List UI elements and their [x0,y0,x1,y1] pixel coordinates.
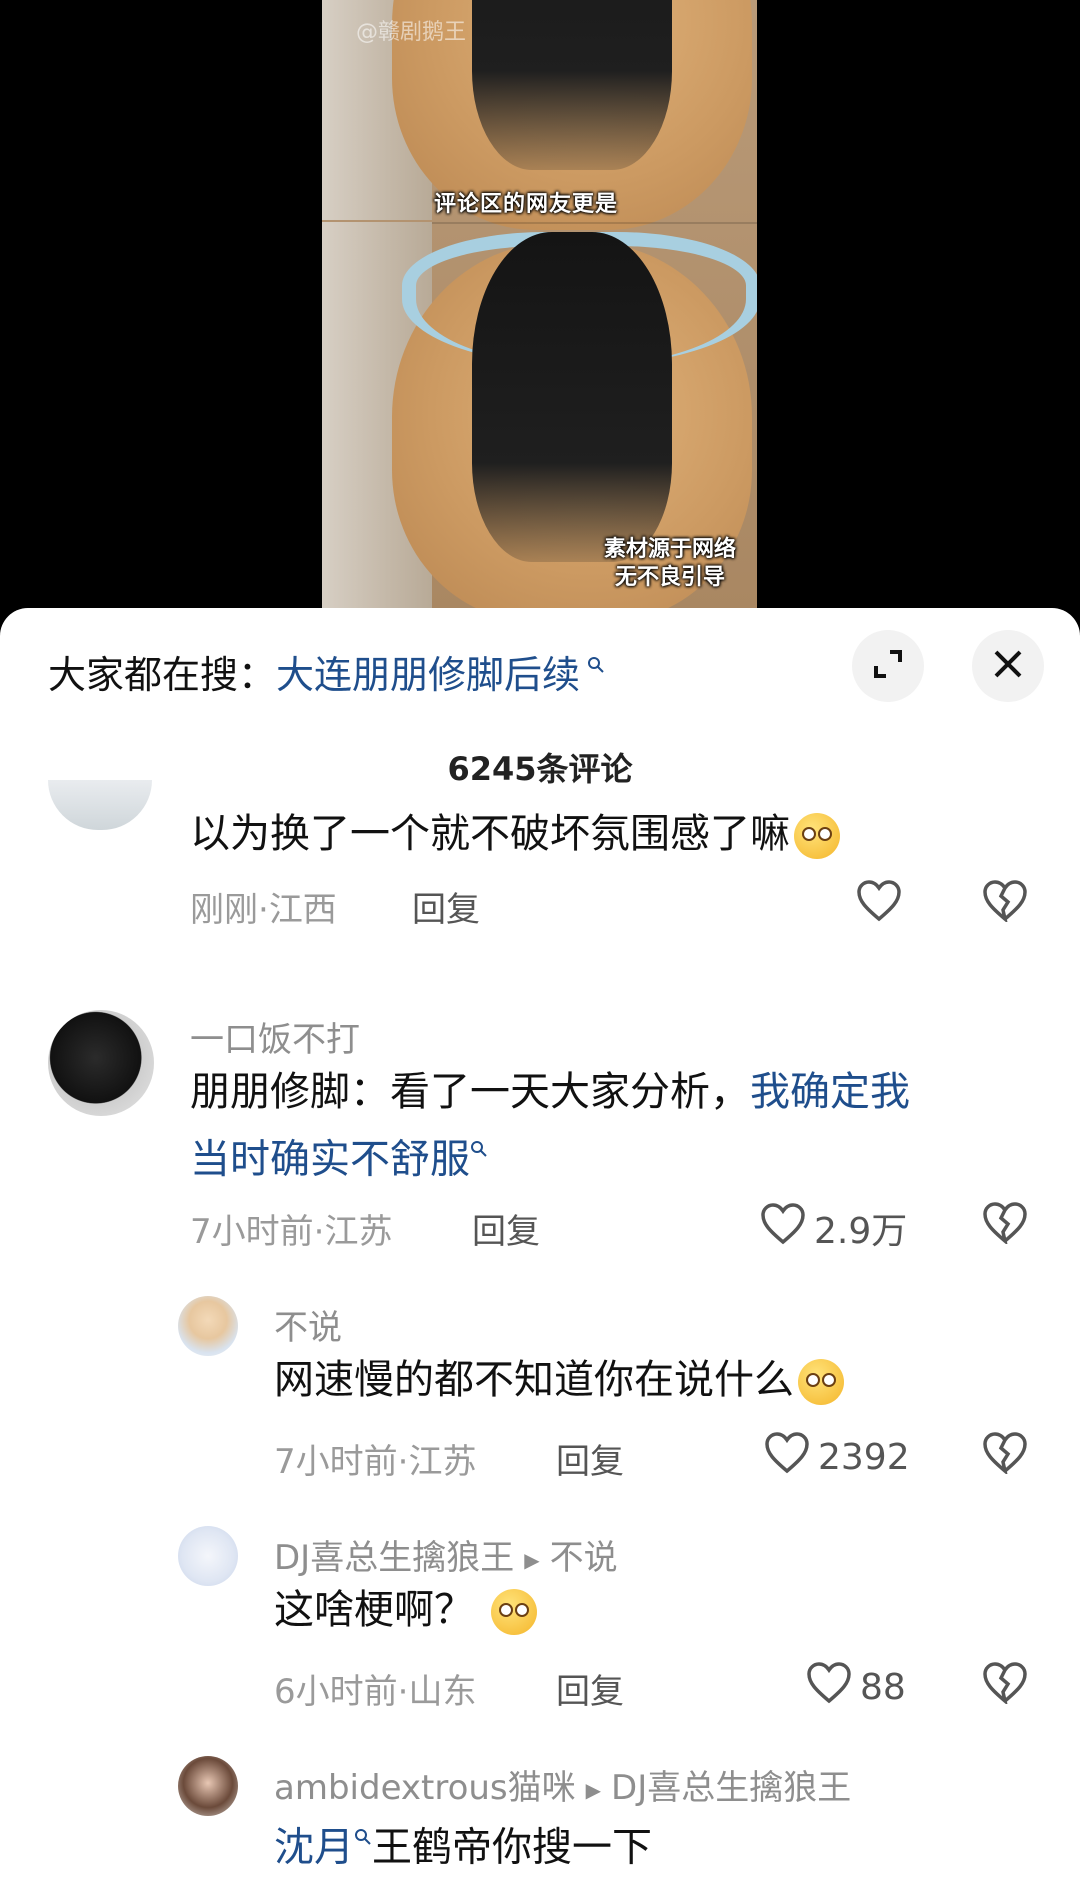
avatar[interactable] [178,1756,238,1816]
like-count: 2392 [818,1437,910,1478]
video-watermark: @赣剧鹅王 [356,20,467,45]
video-player[interactable]: @赣剧鹅王 评论区的网友更是 素材源于网络 无不良引导 [0,0,1080,612]
reply-button[interactable]: 回复 [412,882,480,931]
dislike-button[interactable] [982,1432,1028,1478]
search-suggestion[interactable]: 大家都在搜：大连朋朋修脚后续 [48,644,605,699]
like-button[interactable]: 88 [806,1662,906,1713]
like-count: 2.9万 [814,1211,908,1252]
avatar[interactable] [178,1526,238,1586]
broken-heart-icon [982,1202,1028,1248]
disclaimer-line-2: 无不良引导 [614,565,725,590]
heart-icon [764,1432,810,1483]
search-icon [580,655,605,680]
close-icon [990,646,1026,686]
comment-meta: 刚刚·江西 [190,890,337,930]
disclaimer-line-1: 素材源于网络 [603,537,736,562]
comment-username[interactable]: 一口饭不打 [190,1012,360,1061]
like-button[interactable] [856,880,902,931]
heart-icon [806,1662,852,1713]
comment-count: 6245条评论 [447,750,633,788]
expand-button[interactable] [852,630,924,702]
avatar[interactable] [48,1010,154,1116]
comment-text: 以为换了一个就不破坏氛围感了嘛 [190,804,840,864]
comment-meta: 7小时前·江苏 [190,1212,393,1252]
expand-icon [870,646,906,686]
comment-text: 网速慢的都不知道你在说什么 [274,1350,844,1410]
like-count: 88 [860,1667,906,1708]
avatar[interactable] [48,780,152,830]
dislike-button[interactable] [982,880,1028,926]
close-button[interactable] [972,630,1044,702]
comment-sheet: 大家都在搜：大连朋朋修脚后续 6245条评论 以为换了一个就不破坏氛围感了嘛 刚… [0,608,1080,1887]
reply-button[interactable]: 回复 [472,1204,540,1253]
comment-text: 朋朋修脚：看了一天大家分析，我确定我 当时确实不舒服 [190,1069,910,1183]
comment-text: 这啥梗啊？ [274,1580,537,1640]
search-icon [470,1139,488,1164]
video-caption: 评论区的网友更是 [434,192,619,217]
dislike-button[interactable] [982,1662,1028,1708]
search-link[interactable]: 当时确实不舒服 [190,1136,470,1182]
broken-heart-icon [982,1662,1028,1708]
comment-username[interactable]: DJ喜总生擒狼王 ▶ 不说 [274,1530,618,1579]
like-button[interactable]: 2392 [764,1432,910,1483]
dizzy-face-emoji-icon [794,813,840,859]
comment-meta: 6小时前·山东 [274,1672,477,1712]
comment-text: 沈月 王鹤帝你搜一下 [274,1824,652,1871]
heart-icon [856,880,902,931]
video-frame: @赣剧鹅王 评论区的网友更是 素材源于网络 无不良引导 [322,0,757,612]
like-button[interactable]: 2.9万 [760,1202,907,1254]
pleading-face-emoji-icon [490,1589,537,1635]
broken-heart-icon [982,880,1028,926]
reply-button[interactable]: 回复 [556,1434,624,1483]
reply-target[interactable]: DJ喜总生擒狼王 [611,1768,851,1808]
broken-heart-icon [982,1432,1028,1478]
dislike-button[interactable] [982,1202,1028,1248]
reply-target[interactable]: 不说 [550,1538,618,1578]
search-link[interactable]: 我确定我 [750,1069,910,1115]
comment-meta: 7小时前·江苏 [274,1442,477,1482]
reply-button[interactable]: 回复 [556,1664,624,1713]
search-query-link[interactable]: 大连朋朋修脚后续 [276,653,580,697]
starstruck-face-emoji-icon [798,1359,844,1405]
search-icon [354,1827,372,1852]
avatar[interactable] [178,1296,238,1356]
reply-arrow-icon: ▶ [524,1547,540,1572]
comment-username[interactable]: 不说 [274,1300,342,1349]
search-prefix: 大家都在搜： [48,653,277,697]
comment-username[interactable]: ambidextrous猫咪 ▶ DJ喜总生擒狼王 [274,1760,851,1809]
heart-icon [760,1202,806,1254]
video-disclaimer: 素材源于网络 无不良引导 [580,536,757,592]
search-link[interactable]: 沈月 [274,1824,354,1870]
reply-arrow-icon: ▶ [585,1777,602,1802]
